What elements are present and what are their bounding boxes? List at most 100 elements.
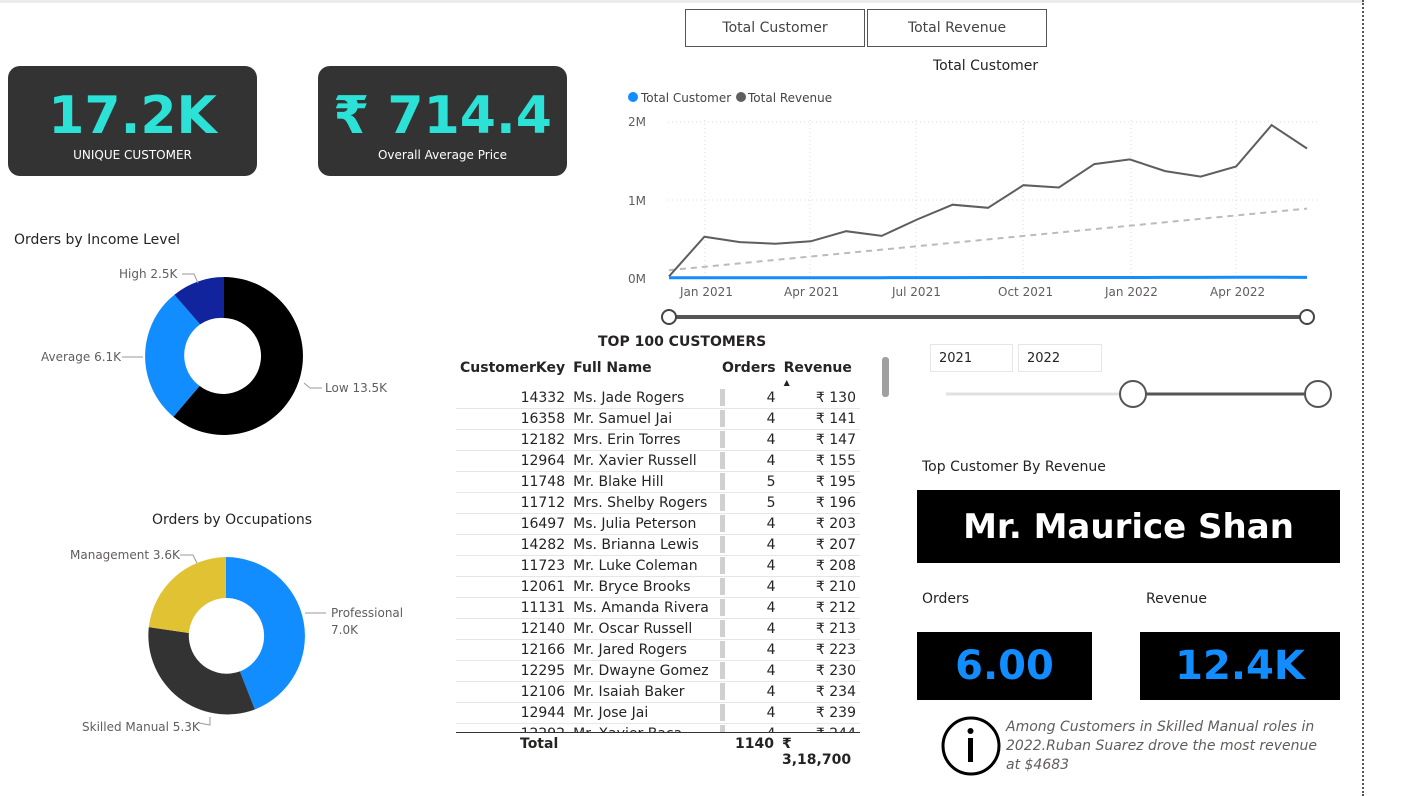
label-professional-value: 7.0K [331, 623, 359, 637]
table-row[interactable]: 14332 Ms. Jade Rogers 4 ₹ 130 [456, 388, 860, 409]
year-slider-left-handle[interactable] [1119, 380, 1147, 408]
cell-orders-value: 4 [766, 663, 776, 679]
orders-data-bar [720, 578, 725, 595]
cell-full-name: Ms. Julia Peterson [569, 513, 718, 535]
year-to-input[interactable]: 2022 [1018, 344, 1102, 372]
orders-data-bar [720, 620, 725, 637]
cell-revenue: ₹ 203 [779, 513, 860, 535]
table-row[interactable]: 11748 Mr. Blake Hill 5 ₹ 195 [456, 471, 860, 493]
table-body: 14332 Ms. Jade Rogers 4 ₹ 130 16358 Mr. Samue… [456, 388, 860, 732]
cell-orders-value: 4 [766, 558, 776, 574]
header-revenue-label: Revenue [783, 360, 852, 376]
top-border [0, 0, 1364, 3]
cell-full-name: Mr. Blake Hill [569, 471, 718, 493]
cell-orders-value: 4 [766, 516, 776, 532]
cell-customer-key: 12292 [456, 723, 570, 732]
cell-full-name: Mr. Oscar Russell [569, 618, 718, 640]
cell-customer-key: 12944 [456, 702, 570, 724]
cell-orders: 4 [718, 597, 780, 619]
cell-full-name: Mrs. Erin Torres [569, 429, 718, 451]
zoom-slider-right-handle[interactable] [1299, 309, 1315, 325]
donut-slice-skilled-manual[interactable] [148, 627, 255, 715]
table-row[interactable]: 12964 Mr. Xavier Russell 4 ₹ 155 [456, 450, 860, 472]
top-customer-orders-value: 6.00 [917, 632, 1092, 700]
cell-orders-value: 4 [766, 705, 776, 721]
cell-orders: 4 [718, 660, 780, 682]
table-row[interactable]: 14282 Ms. Brianna Lewis 4 ₹ 207 [456, 534, 860, 556]
cell-orders: 4 [718, 618, 780, 640]
table-row[interactable]: 12140 Mr. Oscar Russell 4 ₹ 213 [456, 618, 860, 640]
table-row[interactable]: 16497 Ms. Julia Peterson 4 ₹ 203 [456, 513, 860, 535]
table-row[interactable]: 11723 Mr. Luke Coleman 4 ₹ 208 [456, 555, 860, 577]
leader-line-skilled [198, 717, 211, 726]
cell-orders-value: 4 [766, 684, 776, 700]
x-tick-oct-2021: Oct 2021 [998, 285, 1053, 299]
cell-orders: 4 [718, 639, 780, 661]
average-price-card: ₹ 714.4 Overall Average Price [318, 66, 567, 176]
table-row[interactable]: 12106 Mr. Isaiah Baker 4 ₹ 234 [456, 681, 860, 703]
cell-full-name: Ms. Brianna Lewis [569, 534, 718, 556]
table-row[interactable]: 12182 Mrs. Erin Torres 4 ₹ 147 [456, 429, 860, 451]
cell-orders: 4 [718, 576, 780, 598]
table-row[interactable]: 12295 Mr. Dwayne Gomez 4 ₹ 230 [456, 660, 860, 682]
table-row[interactable]: 12944 Mr. Jose Jai 4 ₹ 239 [456, 702, 860, 724]
cell-revenue: ₹ 130 [779, 388, 860, 409]
cell-orders-value: 4 [766, 432, 776, 448]
gridlines [668, 120, 1318, 280]
total-customer-button[interactable]: Total Customer [685, 9, 865, 47]
cell-orders-value: 4 [766, 390, 776, 406]
year-from-input[interactable]: 2021 [930, 344, 1013, 372]
cell-full-name: Mr. Jared Rogers [569, 639, 718, 661]
cell-revenue: ₹ 208 [779, 555, 860, 577]
customers-table-viewport[interactable]: CustomerKey Full Name Orders Revenue ▲ 1… [456, 348, 860, 732]
label-low: Low 13.5K [325, 381, 388, 395]
header-full-name[interactable]: Full Name [569, 348, 718, 388]
cell-orders-value: 4 [766, 621, 776, 637]
table-row[interactable]: 11131 Ms. Amanda Rivera 4 ₹ 212 [456, 597, 860, 619]
donut-slice-management[interactable] [148, 557, 226, 633]
label-average: Average 6.1K [41, 350, 122, 364]
customer-series-line[interactable] [669, 275, 1308, 280]
header-orders[interactable]: Orders [718, 348, 780, 388]
unique-customer-label: UNIQUE CUSTOMER [73, 148, 192, 162]
y-tick-1m: 1M [628, 194, 646, 208]
occupation-donut-chart: Management 3.6K Professional 7.0K Skille… [70, 548, 403, 734]
total-label: Total [520, 736, 559, 752]
orders-data-bar [720, 641, 725, 658]
cell-customer-key: 16358 [456, 408, 570, 430]
cell-revenue: ₹ 234 [779, 681, 860, 703]
table-row[interactable]: 16358 Mr. Samuel Jai 4 ₹ 141 [456, 408, 860, 430]
cell-orders-value: 4 [766, 537, 776, 553]
revenue-series-line[interactable] [668, 123, 1308, 278]
sort-descending-icon[interactable]: ▲ [784, 378, 790, 387]
orders-data-bar [720, 452, 725, 469]
cell-orders-value: 4 [766, 411, 776, 427]
table-row[interactable]: 12061 Mr. Bryce Brooks 4 ₹ 210 [456, 576, 860, 598]
header-customer-key[interactable]: CustomerKey [456, 348, 569, 388]
cell-orders: 4 [718, 723, 780, 732]
occupation-chart-title: Orders by Occupations [152, 512, 313, 528]
table-row[interactable]: 11712 Mrs. Shelby Rogers 5 ₹ 196 [456, 492, 860, 514]
table-row[interactable]: 12166 Mr. Jared Rogers 4 ₹ 223 [456, 639, 860, 661]
legend-revenue-marker [736, 92, 746, 102]
zoom-slider-left-handle[interactable] [661, 309, 677, 325]
cell-customer-key: 11131 [456, 597, 570, 619]
total-revenue-button[interactable]: Total Revenue [867, 9, 1047, 47]
table-row[interactable]: 12292Mr. Xavier Baca4₹ 244 [456, 723, 860, 732]
label-skilled-manual: Skilled Manual 5.3K [82, 720, 201, 734]
orders-data-bar [720, 725, 725, 732]
x-tick-jul-2021: Jul 2021 [891, 285, 941, 299]
cell-customer-key: 11712 [456, 492, 570, 514]
label-high: High 2.5K [119, 267, 178, 281]
table-scrollbar-thumb[interactable] [882, 357, 889, 397]
legend-customer-label[interactable]: Total Customer [640, 91, 731, 105]
cell-revenue: ₹ 230 [779, 660, 860, 682]
cell-orders: 4 [718, 513, 780, 535]
x-tick-jan-2021: Jan 2021 [679, 285, 733, 299]
cell-revenue: ₹ 212 [779, 597, 860, 619]
cell-full-name: Mrs. Shelby Rogers [569, 492, 718, 514]
legend-revenue-label[interactable]: Total Revenue [747, 91, 832, 105]
cell-full-name: Mr. Xavier Russell [569, 450, 718, 472]
header-revenue[interactable]: Revenue ▲ [780, 348, 860, 388]
year-slider-right-handle[interactable] [1304, 380, 1332, 408]
